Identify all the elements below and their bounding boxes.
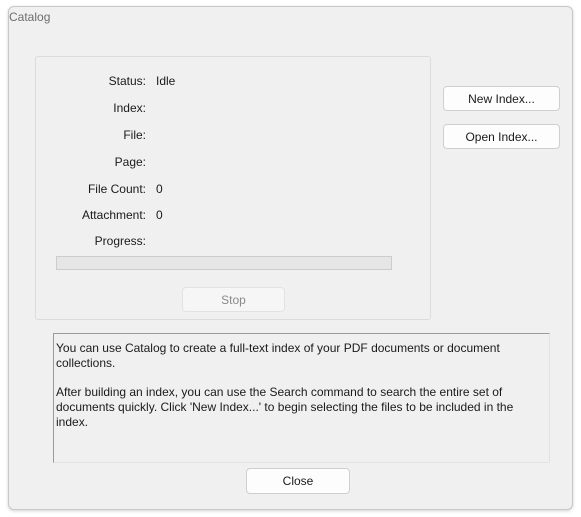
open-index-button[interactable]: Open Index... <box>443 124 560 149</box>
status-label: Status: <box>108 74 146 88</box>
new-index-button[interactable]: New Index... <box>443 86 560 111</box>
page-label: Page: <box>114 155 146 169</box>
status-panel: Status: Idle Index: File: Page: File Cou… <box>35 56 431 320</box>
progress-bar <box>56 256 392 270</box>
file-label: File: <box>123 128 146 142</box>
attachment-label: Attachment: <box>81 208 146 222</box>
stop-button[interactable]: Stop <box>182 287 285 312</box>
info-paragraph-intro: You can use Catalog to create a full-tex… <box>56 341 500 370</box>
attachment-value: 0 <box>156 208 163 222</box>
dialog-title: Catalog <box>9 10 51 24</box>
file-count-value: 0 <box>156 182 163 196</box>
file-count-label: File Count: <box>87 182 146 196</box>
status-value: Idle <box>156 74 176 88</box>
close-button[interactable]: Close <box>246 468 350 494</box>
info-paragraph-instructions: After building an index, you can use the… <box>56 385 514 429</box>
info-text-box: You can use Catalog to create a full-tex… <box>53 333 550 463</box>
catalog-dialog: Catalog Status: Idle Index: File: Page: … <box>8 6 573 510</box>
progress-label: Progress: <box>94 234 146 248</box>
index-label: Index: <box>113 101 146 115</box>
